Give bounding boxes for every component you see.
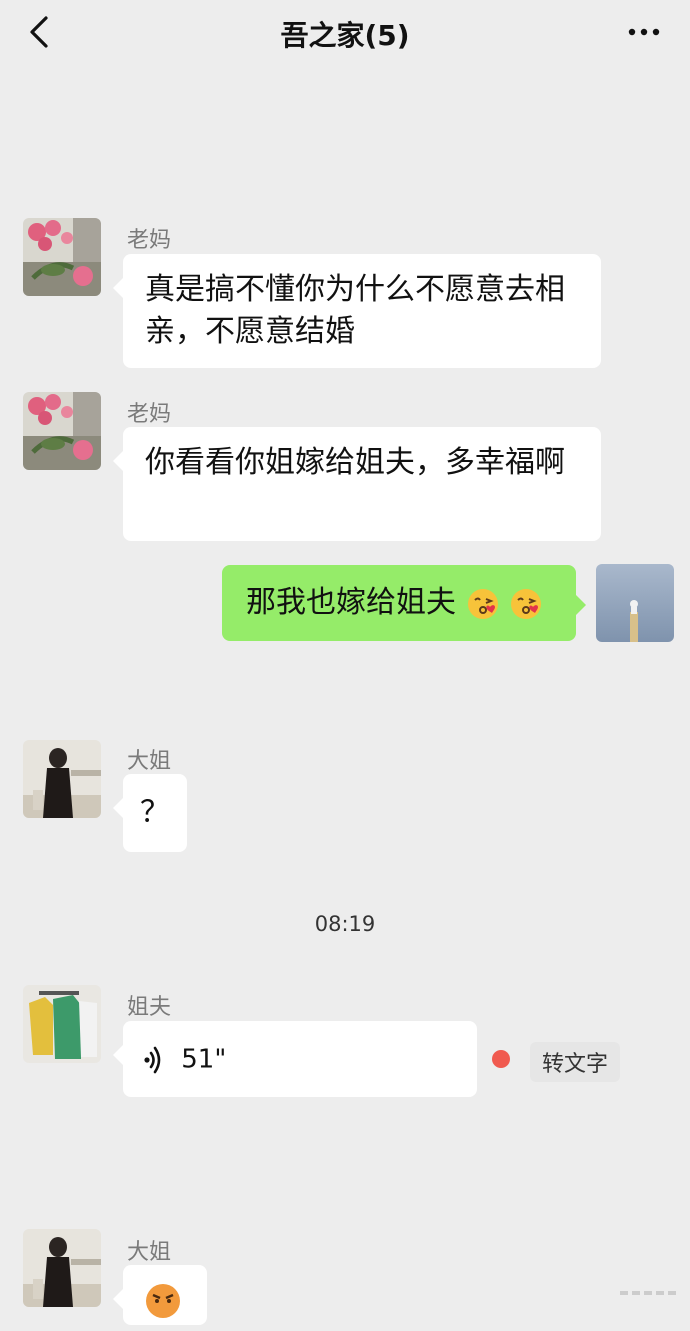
voice-wave-icon [144, 1046, 161, 1073]
watermark-dots [620, 1291, 676, 1295]
sky-figure-avatar-icon [596, 564, 674, 642]
avatar-mom[interactable] [23, 218, 101, 296]
flower-avatar-icon [23, 218, 101, 296]
my-message-bubble[interactable]: 那我也嫁给姐夫 [222, 565, 586, 641]
avatar-elder-sister[interactable] [23, 740, 101, 818]
sender-name: 姐夫 [127, 995, 172, 1020]
message-text: 你看看你姐嫁给姐夫，多幸福啊 [145, 445, 565, 480]
clothes-avatar-icon [23, 985, 101, 1063]
flower-avatar-icon [23, 392, 101, 470]
person-avatar-icon [23, 740, 101, 818]
avatar-elder-sister[interactable] [23, 1229, 101, 1307]
more-options-icon[interactable] [624, 20, 664, 44]
unread-dot [492, 1050, 510, 1068]
message-text: ？ [140, 795, 170, 830]
avatar-mom[interactable] [23, 392, 101, 470]
voice-duration: 51" [181, 1044, 227, 1075]
message-text: 真是搞不懂你为什么不愿意去相亲，不愿意结婚 [145, 272, 565, 349]
sender-name: 大姐 [127, 749, 172, 774]
to-text-button[interactable]: 转文字 [530, 1042, 621, 1082]
kissing-face-emoji [511, 588, 542, 619]
top-bar: 吾之家(5) [0, 0, 690, 64]
message-bubble[interactable]: 你看看你姐嫁给姐夫，多幸福啊 [113, 427, 601, 541]
message-bubble[interactable]: 真是搞不懂你为什么不愿意去相亲，不愿意结婚 [113, 254, 601, 368]
sender-name: 大姐 [127, 1240, 172, 1265]
avatar-brother-in-law[interactable] [23, 985, 101, 1063]
timestamp: 08:19 [314, 912, 376, 936]
sender-name: 老妈 [127, 228, 172, 253]
angry-face-emoji [146, 1284, 180, 1318]
voice-message-bubble[interactable]: 51" [113, 1021, 477, 1097]
chat-title: 吾之家(5) [280, 19, 410, 52]
sender-name: 老妈 [127, 402, 172, 427]
avatar-me[interactable] [596, 564, 674, 642]
message-bubble[interactable]: ？ [113, 774, 187, 852]
person-avatar-icon [23, 1229, 101, 1307]
message-bubble[interactable] [113, 1265, 207, 1325]
message-text: 那我也嫁给姐夫 [246, 585, 456, 620]
kissing-face-emoji [467, 588, 498, 619]
